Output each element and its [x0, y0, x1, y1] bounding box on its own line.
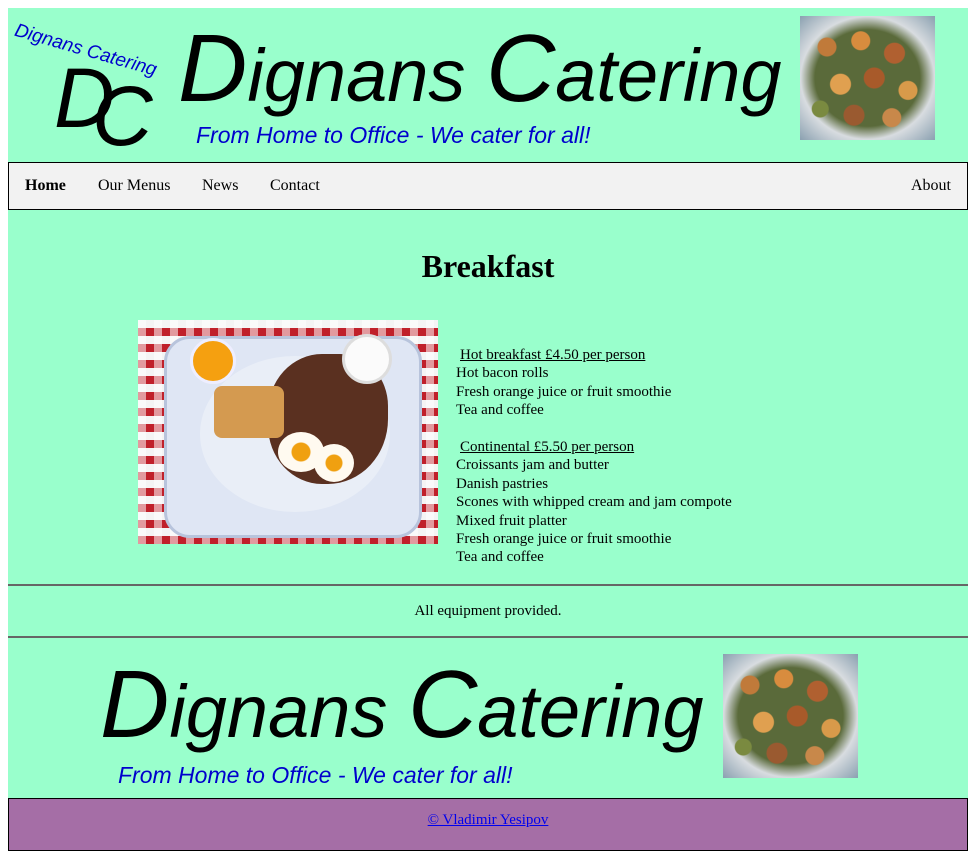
breakfast-tray-image — [138, 320, 438, 544]
nav-our-menus[interactable]: Our Menus — [98, 163, 170, 209]
footer-title-cap-c: C — [407, 651, 478, 758]
footer-title: Dignans Catering — [100, 657, 704, 757]
nav-home[interactable]: Home — [25, 163, 66, 209]
footer-platter-image — [723, 654, 858, 778]
title-cap-d: D — [178, 15, 248, 122]
breakfast-menu: Hot breakfast £4.50 per person Hot bacon… — [456, 346, 732, 567]
copyright-link[interactable]: © Vladimir Yesipov — [428, 812, 549, 828]
list-item: Hot bacon rolls — [456, 365, 549, 382]
equipment-notice: All equipment provided. — [8, 584, 968, 638]
nav-about[interactable]: About — [911, 163, 951, 209]
list-item: Fresh orange juice or fruit smoothie — [456, 531, 672, 548]
title-cap-c: C — [485, 15, 556, 122]
footer-title-rest-2: atering — [477, 670, 704, 753]
list-item: Danish pastries — [456, 475, 549, 492]
page-heading: Breakfast — [421, 248, 555, 284]
main-content: Breakfast Hot breakfast £4.50 per person… — [8, 210, 968, 584]
footer-title-rest-1: ignans — [169, 670, 408, 753]
list-item: Tea and coffee — [456, 402, 544, 419]
list-item: Croissants jam and butter — [456, 457, 609, 474]
title-rest-1: ignans — [247, 34, 486, 117]
footer-tagline: From Home to Office - We cater for all! — [118, 762, 513, 788]
main-nav: Home Our Menus News Contact About — [8, 162, 968, 210]
list-item: Scones with whipped cream and jam compot… — [456, 494, 732, 511]
site-header: Dignans Catering D C Dignans Catering Fr… — [8, 8, 968, 162]
footer-banner: Dignans Catering From Home to Office - W… — [8, 638, 968, 798]
page: Dignans Catering D C Dignans Catering Fr… — [8, 8, 968, 851]
tagline: From Home to Office - We cater for all! — [196, 122, 591, 148]
list-item: Fresh orange juice or fruit smoothie — [456, 383, 672, 400]
catering-platter-image — [800, 16, 935, 140]
logo-letter-c: C — [92, 69, 153, 163]
dc-logo: D C — [54, 56, 154, 162]
site-title: Dignans Catering — [178, 21, 782, 121]
nav-contact[interactable]: Contact — [270, 163, 320, 209]
menu-heading-continental: Continental £5.50 per person — [460, 439, 635, 456]
copyright-bar: © Vladimir Yesipov — [8, 798, 968, 851]
nav-news[interactable]: News — [202, 163, 238, 209]
list-item: Mixed fruit platter — [456, 512, 567, 529]
title-rest-2: atering — [555, 34, 782, 117]
list-item: Tea and coffee — [456, 549, 544, 566]
footer-title-cap-d: D — [100, 651, 170, 758]
menu-heading-hot: Hot breakfast £4.50 per person — [460, 347, 646, 363]
